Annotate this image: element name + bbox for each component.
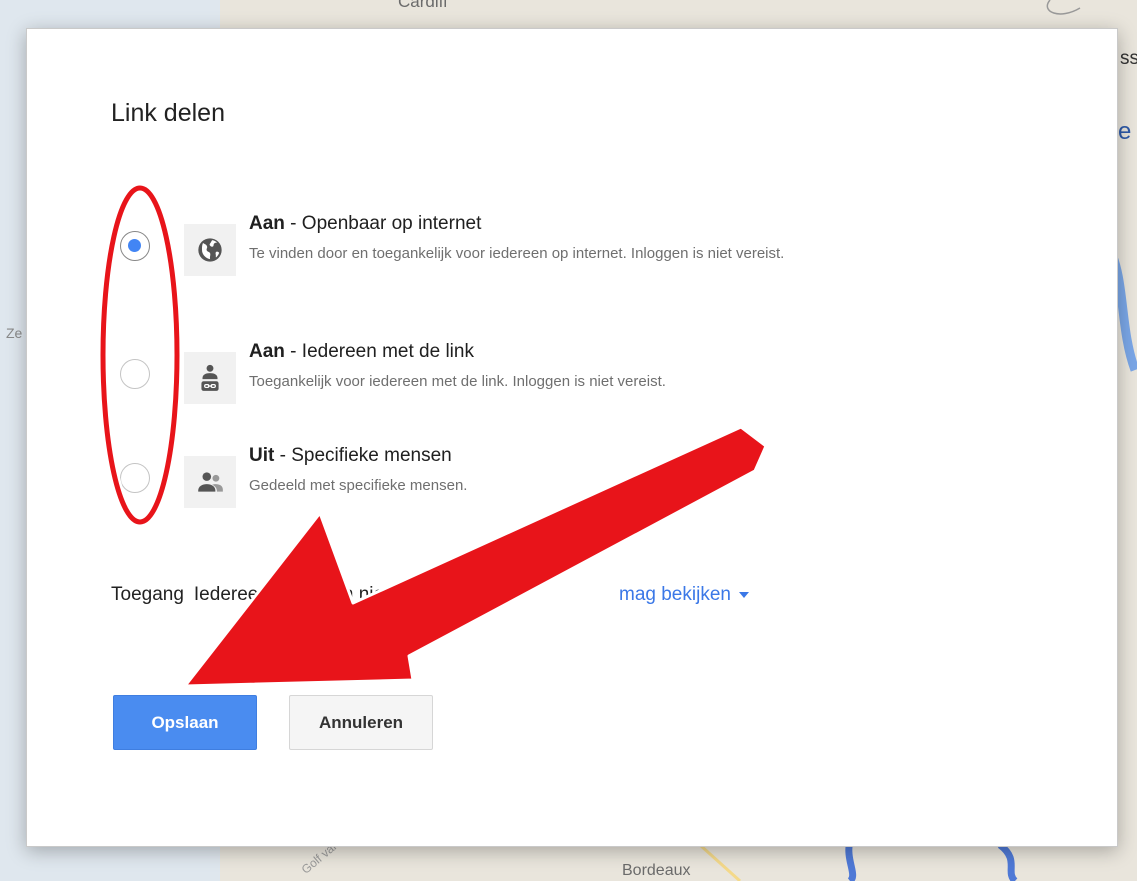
person-link-icon (184, 352, 236, 404)
people-icon (184, 456, 236, 508)
permission-dropdown-label: mag bekijken (619, 584, 731, 605)
radio-public-internet[interactable] (120, 231, 150, 261)
access-value: Iedereen (Inloggen niet vereist) (193, 584, 457, 605)
radio-specific-people[interactable] (120, 463, 150, 493)
option-description: Gedeeld met specifieke mensen. (249, 477, 468, 494)
share-link-dialog: Link delen Aan - Openbaar op internet Te… (26, 28, 1118, 847)
option-title: - Specifieke mensen (274, 445, 452, 466)
save-button[interactable]: Opslaan (113, 695, 257, 750)
map-label-city: Bordeaux (622, 862, 691, 879)
option-state: Aan (249, 213, 285, 234)
access-row: Toegang Iedereen (Inloggen niet vereist) (111, 584, 457, 606)
map-label-region: e (1118, 118, 1132, 145)
option-description: Toegankelijk voor iedereen met de link. … (249, 373, 666, 390)
map-label-city: Cardiff (398, 0, 448, 11)
dialog-title: Link delen (111, 99, 225, 127)
option-title: - Iedereen met de link (284, 341, 474, 362)
cancel-button[interactable]: Annuleren (289, 695, 433, 750)
caret-down-icon (738, 591, 749, 598)
option-title: - Openbaar op internet (284, 213, 482, 234)
map-label-city: ss (1120, 48, 1137, 69)
option-state: Uit (249, 445, 275, 466)
globe-icon (184, 224, 236, 276)
option-state: Aan (249, 341, 285, 362)
map-label-region: Ze (6, 325, 23, 341)
permission-dropdown[interactable]: mag bekijken (619, 584, 749, 606)
radio-anyone-with-link[interactable] (120, 359, 150, 389)
access-label: Toegang (111, 584, 184, 605)
option-description: Te vinden door en toegankelijk voor iede… (249, 245, 785, 262)
